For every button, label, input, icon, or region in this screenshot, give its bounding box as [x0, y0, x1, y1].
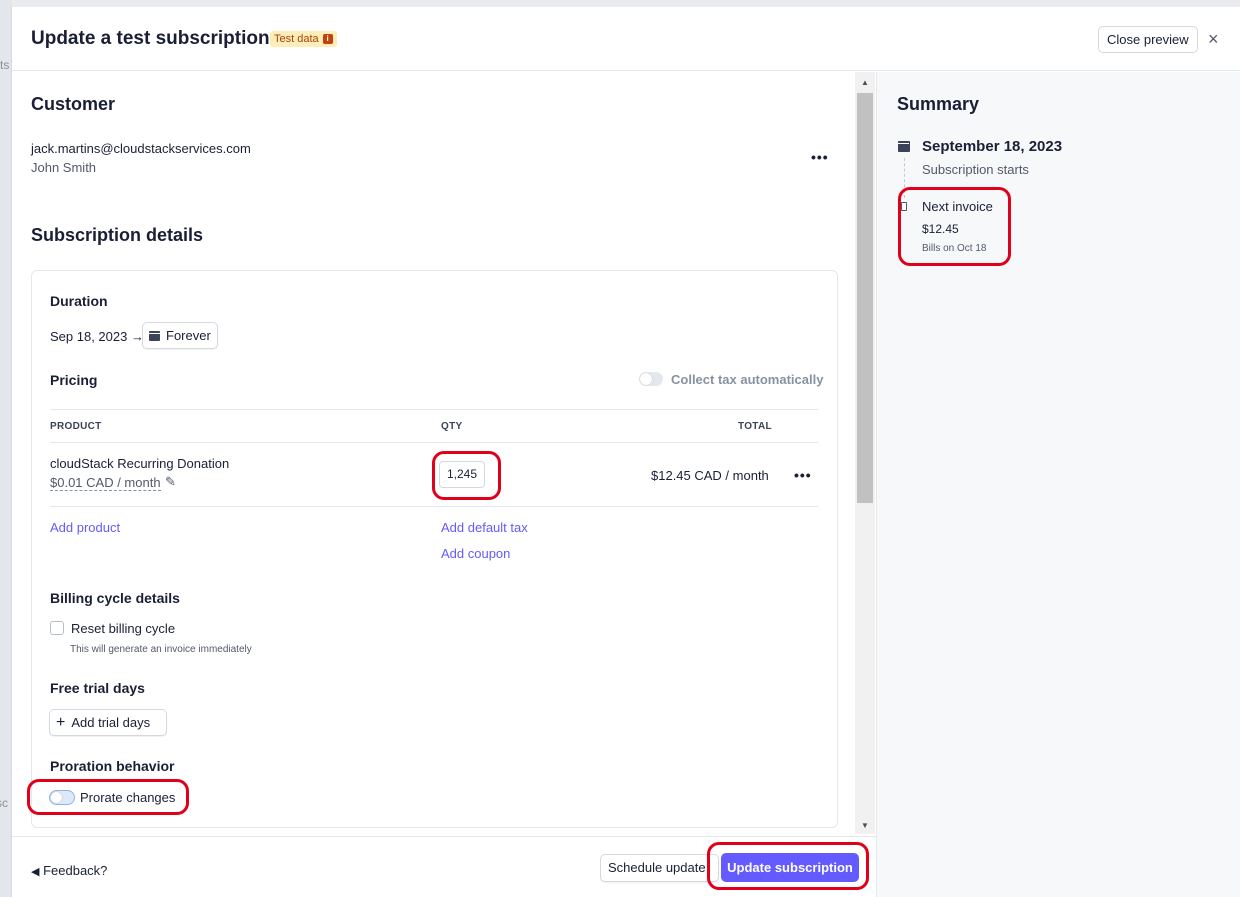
- calendar-icon: [149, 330, 160, 341]
- add-trial-days-button[interactable]: + Add trial days: [49, 709, 167, 736]
- subscription-details-card: [31, 270, 838, 828]
- add-coupon-link[interactable]: Add coupon: [441, 546, 510, 561]
- table-header-divider: [50, 442, 818, 443]
- duration-start-date: Sep 18, 2023 →: [50, 329, 144, 344]
- collect-tax-toggle[interactable]: [639, 372, 663, 386]
- add-trial-days-label: Add trial days: [71, 715, 151, 730]
- info-icon: i: [322, 34, 333, 44]
- billing-cycle-heading: Billing cycle details: [50, 590, 180, 606]
- update-subscription-modal: Update a test subscription Test data i C…: [11, 7, 1240, 897]
- table-row-divider: [50, 506, 818, 507]
- collect-tax-label: Collect tax automatically: [671, 372, 824, 387]
- duration-heading: Duration: [50, 293, 108, 309]
- test-data-badge-label: Test data: [274, 33, 319, 45]
- summary-start-date: September 18, 2023: [922, 138, 1063, 155]
- quantity-input[interactable]: 1,245: [439, 461, 485, 488]
- product-name: cloudStack Recurring Donation: [50, 456, 230, 471]
- column-product: PRODUCT: [50, 421, 102, 432]
- annotation-highlight-next-invoice: [898, 187, 1011, 266]
- scroll-up-arrow-icon[interactable]: ▲: [861, 78, 869, 87]
- feedback-link[interactable]: ◀ Feedback?: [31, 863, 107, 878]
- close-icon[interactable]: ×: [1208, 29, 1219, 50]
- product-more-icon[interactable]: •••: [794, 467, 812, 483]
- pricing-divider: [50, 409, 818, 410]
- pencil-icon[interactable]: ✎: [165, 474, 176, 490]
- scroll-down-arrow-icon[interactable]: ▼: [861, 821, 869, 830]
- duration-end-label: Forever: [166, 328, 211, 343]
- free-trial-heading: Free trial days: [50, 680, 145, 696]
- calendar-icon: [898, 141, 910, 152]
- reset-billing-cycle-label: Reset billing cycle: [71, 621, 176, 636]
- scrollbar-thumb[interactable]: [857, 93, 873, 503]
- modal-header: Update a test subscription Test data i C…: [12, 7, 1240, 71]
- summary-heading: Summary: [897, 94, 980, 114]
- pricing-heading: Pricing: [50, 372, 98, 388]
- megaphone-icon: ◀: [31, 866, 40, 878]
- summary-start-label: Subscription starts: [922, 162, 1029, 177]
- page-title: Update a test subscription: [31, 28, 270, 49]
- customer-name: John Smith: [31, 160, 97, 175]
- subscription-details-heading: Subscription details: [31, 225, 204, 245]
- test-data-badge: Test data i: [270, 31, 337, 47]
- reset-billing-cycle-checkbox[interactable]: [50, 621, 64, 635]
- schedule-update-button[interactable]: Schedule update: [600, 854, 719, 882]
- column-qty: QTY: [441, 421, 463, 432]
- customer-more-icon[interactable]: •••: [811, 149, 829, 165]
- customer-heading: Customer: [31, 94, 116, 114]
- feedback-label: Feedback?: [43, 863, 108, 878]
- product-price[interactable]: $0.01 CAD / month: [50, 475, 161, 491]
- proration-heading: Proration behavior: [50, 758, 175, 774]
- annotation-highlight-prorate: [27, 779, 189, 815]
- customer-email: jack.martins@cloudstackservices.com: [31, 141, 251, 156]
- close-preview-button[interactable]: Close preview: [1098, 26, 1198, 53]
- plus-icon: +: [56, 714, 66, 731]
- add-product-link[interactable]: Add product: [50, 520, 120, 535]
- duration-end-button[interactable]: Forever: [142, 322, 218, 349]
- column-total: TOTAL: [738, 421, 772, 432]
- product-total: $12.45 CAD / month: [651, 468, 769, 483]
- form-scrollbar[interactable]: ▲ ▼: [855, 72, 875, 834]
- reset-billing-cycle-hint: This will generate an invoice immediatel…: [70, 644, 252, 655]
- annotation-highlight-update-button: [707, 842, 869, 890]
- add-default-tax-link[interactable]: Add default tax: [441, 520, 528, 535]
